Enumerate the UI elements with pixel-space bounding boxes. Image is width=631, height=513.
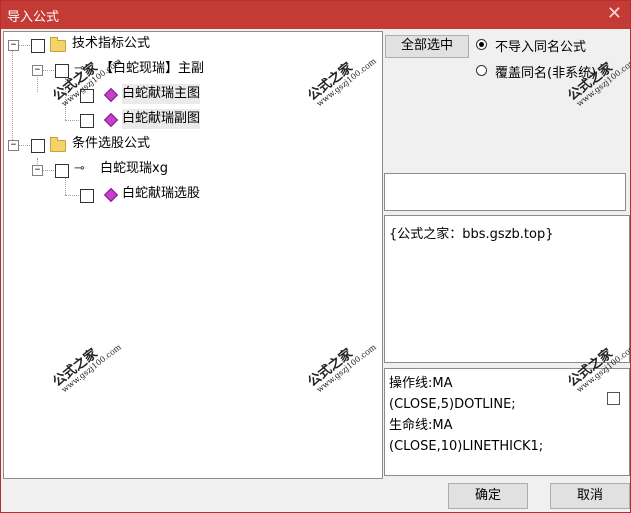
select-all-button[interactable]: 全部选中 — [385, 35, 469, 58]
collapse-icon[interactable]: − — [8, 40, 19, 51]
tree-node-label: 白蛇献瑞选股 — [122, 186, 201, 201]
radio-skip-duplicates[interactable] — [476, 39, 487, 50]
folder-icon — [50, 37, 66, 52]
folder-icon — [50, 137, 66, 152]
tree-node-indicator-formulas[interactable]: − 技术指标公式 — [4, 34, 374, 54]
tree-node-screening[interactable]: 白蛇献瑞选股 — [4, 184, 374, 204]
code-line: 生命线:MA — [389, 418, 453, 433]
tree-node-label: 白蛇献瑞副图 — [122, 109, 201, 129]
formula-icon — [103, 87, 119, 103]
close-icon[interactable]: ✕ — [607, 3, 622, 24]
collapse-icon[interactable]: − — [8, 140, 19, 151]
formula-icon — [103, 112, 119, 128]
tree-node-screening-formulas[interactable]: − 条件选股公式 — [4, 134, 374, 154]
radio-overwrite-duplicates[interactable] — [476, 65, 487, 76]
tree-node-item2[interactable]: − ⊸ 白蛇现瑞xg — [4, 159, 374, 179]
window-title: 导入公式 — [7, 10, 60, 25]
import-formula-dialog: 导入公式 ✕ − 技术指标公式 − ⊸ 【白蛇现瑞】主副 白蛇献瑞主图 白蛇献瑞… — [0, 0, 631, 513]
radio-overwrite-duplicates-label[interactable]: 覆盖同名(非系统) — [495, 62, 596, 81]
checkbox[interactable] — [80, 114, 94, 128]
tree-node-label: 白蛇献瑞主图 — [122, 84, 201, 104]
collapse-icon[interactable]: − — [32, 165, 43, 176]
checkbox[interactable] — [31, 139, 45, 153]
key-icon: ⊸ — [74, 161, 85, 176]
ok-button[interactable]: 确定 — [448, 483, 528, 509]
password-field[interactable] — [384, 173, 626, 211]
code-line: (CLOSE,10)LINETHICK1; — [389, 439, 544, 454]
tree-node-item1[interactable]: − ⊸ 【白蛇现瑞】主副 — [4, 59, 374, 79]
formula-icon — [103, 187, 119, 203]
checkbox[interactable] — [31, 39, 45, 53]
description-text: {公式之家：bbs.gszb.top} — [389, 227, 554, 242]
tree-node-label: 白蛇现瑞xg — [100, 161, 168, 176]
checkbox[interactable] — [55, 164, 69, 178]
code-line: (CLOSE,5)DOTLINE; — [389, 397, 516, 412]
tree-node-sub-chart[interactable]: 白蛇献瑞副图 — [4, 109, 374, 129]
formula-code: 操作线:MA (CLOSE,5)DOTLINE; 生命线:MA (CLOSE,1… — [389, 373, 599, 457]
collapse-icon[interactable]: − — [32, 65, 43, 76]
radio-skip-duplicates-label[interactable]: 不导入同名公式 — [495, 36, 586, 55]
checkbox[interactable] — [55, 64, 69, 78]
tree-node-label: 条件选股公式 — [72, 136, 151, 151]
checkbox[interactable] — [80, 189, 94, 203]
title-bar: 导入公式 ✕ — [1, 1, 630, 29]
cancel-button[interactable]: 取消 — [550, 483, 630, 509]
code-checkbox[interactable] — [607, 392, 620, 405]
